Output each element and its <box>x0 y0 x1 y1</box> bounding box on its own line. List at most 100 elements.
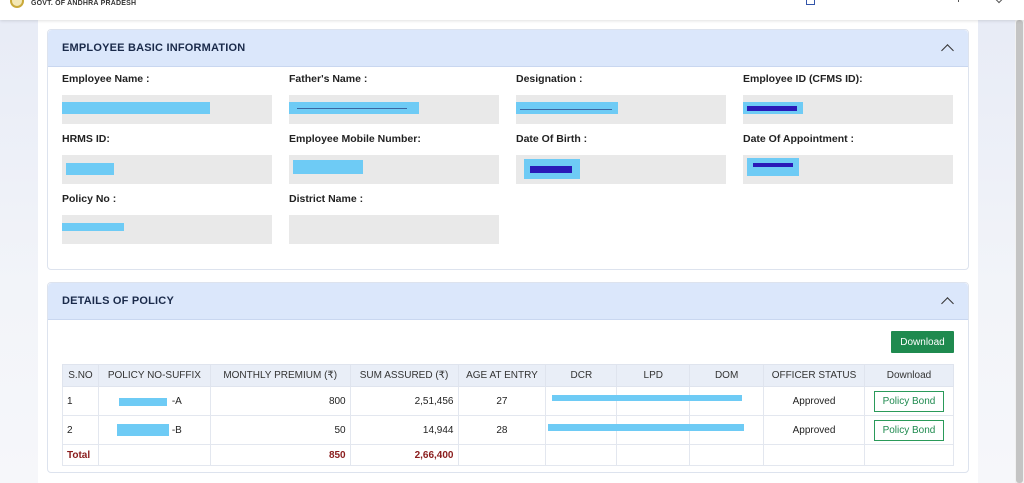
total-premium: 850 <box>209 444 351 466</box>
nav-divider-icon <box>954 0 959 2</box>
policy-header[interactable]: DETAILS OF POLICY <box>48 283 968 320</box>
cell-download: Policy Bond <box>863 386 955 416</box>
employee-name-field: Employee Name : <box>62 73 272 124</box>
dob-field: Date Of Birth : <box>516 133 726 184</box>
basic-info-card: EMPLOYEE BASIC INFORMATION Employee Name… <box>47 29 969 270</box>
top-navbar: GOVT. OF ANDHRA PRADESH <box>0 0 1024 20</box>
chevron-up-icon[interactable] <box>941 297 954 310</box>
col-sno: S.NO <box>62 364 99 387</box>
col-sum-assured: SUM ASSURED (₹) <box>349 364 459 387</box>
col-age-entry: AGE AT ENTRY <box>457 364 547 387</box>
col-monthly-premium: MONTHLY PREMIUM (₹) <box>209 364 351 387</box>
designation-value <box>516 95 726 124</box>
policy-no-field: Policy No : <box>62 193 272 244</box>
policy-suffix-text: -B <box>171 424 182 436</box>
col-dom: DOM <box>689 364 765 387</box>
redacted-block <box>62 223 124 231</box>
cell-officer-status: Approved <box>763 415 865 445</box>
hrms-id-label: HRMS ID: <box>62 133 110 145</box>
doa-field: Date Of Appointment : <box>743 133 953 184</box>
fathers-name-value <box>289 95 499 124</box>
mobile-field: Employee Mobile Number: <box>289 133 499 184</box>
main-container: EMPLOYEE BASIC INFORMATION Employee Name… <box>38 20 978 483</box>
cell-premium: 800 <box>209 386 351 416</box>
col-download: Download <box>863 364 955 387</box>
policy-suffix-text: -A <box>171 395 182 407</box>
total-empty <box>545 444 618 466</box>
redacted-dark <box>530 166 572 173</box>
table-row: 2 -B 50 14,944 28 Approved Policy Bond <box>62 415 955 445</box>
total-empty <box>863 444 955 466</box>
col-dcr: DCR <box>545 364 618 387</box>
employee-id-label: Employee ID (CFMS ID): <box>743 73 863 85</box>
designation-field: Designation : <box>516 73 726 124</box>
scrollbar-thumb[interactable] <box>1016 20 1023 483</box>
cell-dcr <box>545 415 745 445</box>
basic-info-title: EMPLOYEE BASIC INFORMATION <box>62 42 246 54</box>
total-empty <box>97 444 211 466</box>
chevron-down-icon[interactable] <box>994 0 1004 4</box>
redacted-block <box>66 163 114 175</box>
policy-no-value <box>62 215 272 244</box>
total-empty <box>763 444 865 466</box>
policy-table: S.NO POLICY NO-SUFFIX MONTHLY PREMIUM (₹… <box>62 364 955 466</box>
employee-id-value <box>743 95 953 124</box>
policy-bond-button[interactable]: Policy Bond <box>873 419 944 441</box>
employee-name-value <box>62 95 272 124</box>
apps-icon[interactable] <box>806 0 815 5</box>
cell-download: Policy Bond <box>863 415 955 445</box>
cell-policy-suffix: -A <box>97 386 211 416</box>
fathers-name-label: Father's Name : <box>289 73 368 85</box>
cell-dom <box>689 386 765 416</box>
doa-value <box>743 155 953 184</box>
table-header-row: S.NO POLICY NO-SUFFIX MONTHLY PREMIUM (₹… <box>62 364 955 387</box>
district-field: District Name : <box>289 193 499 244</box>
total-row: Total 850 2,66,400 <box>62 444 955 466</box>
cell-age: 27 <box>457 386 547 416</box>
mobile-label: Employee Mobile Number: <box>289 133 421 145</box>
designation-label: Designation : <box>516 73 583 85</box>
cell-sno: 1 <box>62 386 99 416</box>
cell-sum-assured: 2,51,456 <box>349 386 459 416</box>
district-label: District Name : <box>289 193 364 205</box>
mobile-value <box>289 155 499 184</box>
govt-name: GOVT. OF ANDHRA PRADESH <box>31 0 137 7</box>
basic-info-header[interactable]: EMPLOYEE BASIC INFORMATION <box>48 30 968 67</box>
dob-label: Date Of Birth : <box>516 133 588 145</box>
cell-lpd <box>616 415 691 445</box>
cell-age: 28 <box>457 415 547 445</box>
col-officer-status: OFFICER STATUS <box>763 364 865 387</box>
redacted-line <box>520 109 612 110</box>
total-empty <box>457 444 547 466</box>
redacted-block <box>516 102 618 114</box>
total-empty <box>689 444 765 466</box>
cell-policy-suffix: -B <box>97 415 211 445</box>
scrollbar[interactable] <box>1015 20 1024 483</box>
cell-premium: 50 <box>209 415 351 445</box>
redacted-dark <box>747 106 797 111</box>
cell-dom <box>689 415 765 445</box>
redacted-block <box>116 424 169 436</box>
cell-sno: 2 <box>62 415 99 445</box>
total-sum-assured: 2,66,400 <box>349 444 459 466</box>
cell-lpd <box>616 386 691 416</box>
redacted-block <box>118 398 167 406</box>
table-row: 1 -A 800 2,51,456 27 Approved Policy Bon… <box>62 386 955 416</box>
redacted-line <box>297 108 407 109</box>
hrms-id-value <box>62 155 272 184</box>
policy-no-label: Policy No : <box>62 193 117 205</box>
employee-id-field: Employee ID (CFMS ID): <box>743 73 953 124</box>
district-value <box>289 215 499 244</box>
policy-bond-button[interactable]: Policy Bond <box>873 390 944 412</box>
policy-card: DETAILS OF POLICY Download S.NO POLICY N… <box>47 282 969 473</box>
employee-name-label: Employee Name : <box>62 73 150 85</box>
col-lpd: LPD <box>616 364 691 387</box>
ap-emblem-icon <box>10 0 24 8</box>
redacted-dark <box>753 163 793 167</box>
redacted-block <box>62 102 210 114</box>
redacted-block <box>747 158 799 176</box>
hrms-id-field: HRMS ID: <box>62 133 272 184</box>
chevron-up-icon[interactable] <box>941 44 954 57</box>
policy-title: DETAILS OF POLICY <box>62 295 174 307</box>
download-button[interactable]: Download <box>891 331 954 353</box>
